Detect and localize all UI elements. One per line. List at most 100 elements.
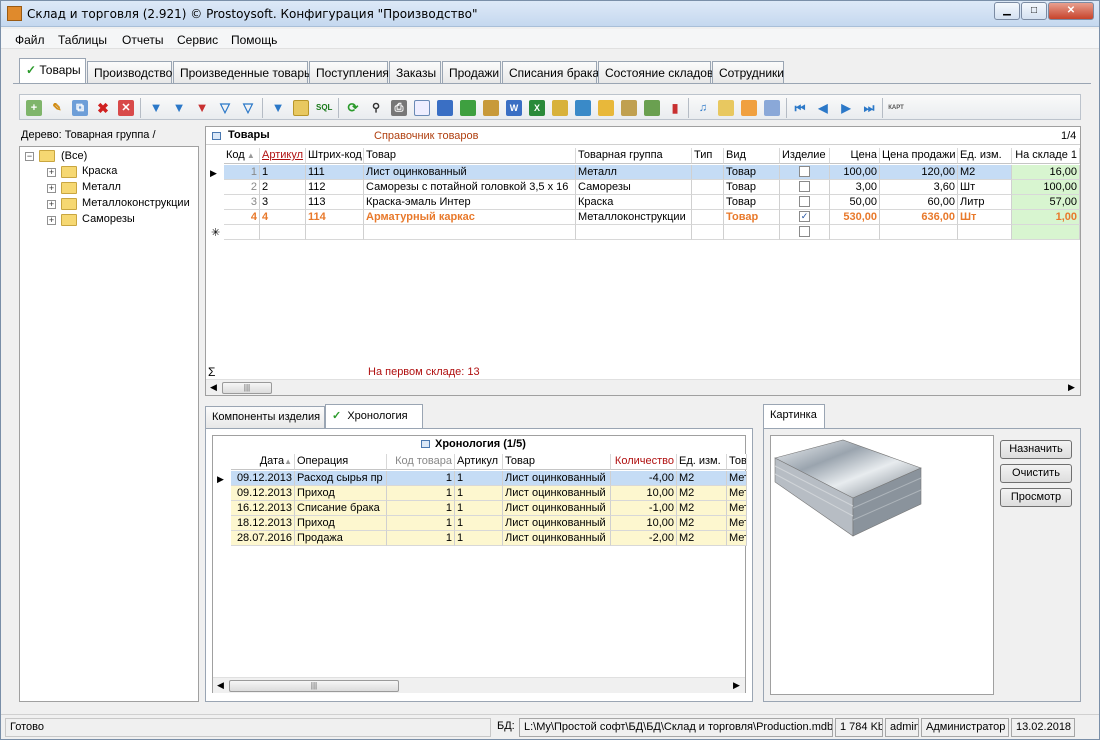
history-cell-date[interactable]: 28.07.2016 bbox=[231, 531, 295, 546]
col-price[interactable]: Цена bbox=[830, 148, 880, 164]
goods-cell-art[interactable]: 2 bbox=[260, 180, 306, 195]
goods-cell-name[interactable]: Саморезы с потайной головкой 3,5 х 16 bbox=[364, 180, 576, 195]
chart-icon[interactable]: ▮ bbox=[667, 100, 683, 116]
tree-node-metalwork[interactable]: Металлоконструкции bbox=[82, 197, 190, 209]
export-excel-icon[interactable] bbox=[460, 100, 476, 116]
collapse-icon[interactable]: − bbox=[25, 152, 34, 161]
history-cell-qty[interactable]: -4,00 bbox=[611, 471, 677, 486]
goods-cell-bar[interactable]: 113 bbox=[306, 195, 364, 210]
history-cell-date[interactable]: 16.12.2013 bbox=[231, 501, 295, 516]
history-cell-unit[interactable]: М2 bbox=[677, 516, 727, 531]
item-checkbox[interactable] bbox=[799, 181, 810, 192]
history-cell-art[interactable]: 1 bbox=[455, 501, 503, 516]
history-cell-name[interactable]: Лист оцинкованный bbox=[503, 501, 611, 516]
new-row-cell[interactable] bbox=[880, 225, 958, 240]
export-html-icon[interactable] bbox=[483, 100, 499, 116]
menu-help[interactable]: Помощь bbox=[231, 33, 277, 47]
tab-history[interactable]: ✓ Хронология bbox=[325, 404, 423, 429]
col-type[interactable]: Тип bbox=[692, 148, 724, 164]
history-cell-qty[interactable]: -1,00 bbox=[611, 501, 677, 516]
last-record-icon[interactable]: ⏭ bbox=[861, 100, 877, 116]
history-cell-art[interactable]: 1 bbox=[455, 516, 503, 531]
goods-cell-type[interactable] bbox=[692, 180, 724, 195]
new-row-cell[interactable] bbox=[958, 225, 1012, 240]
col-item[interactable]: Изделие bbox=[780, 148, 830, 164]
clear-button[interactable]: Очистить bbox=[1000, 464, 1072, 483]
col-h-name[interactable]: Товар bbox=[503, 454, 611, 470]
col-group[interactable]: Товарная группа bbox=[576, 148, 692, 164]
history-cell-name[interactable]: Лист оцинкованный bbox=[503, 531, 611, 546]
new-row-cell[interactable] bbox=[224, 225, 260, 240]
close-button[interactable]: ✕ bbox=[1048, 2, 1094, 20]
goods-cell-price[interactable]: 100,00 bbox=[830, 165, 880, 180]
history-cell-art[interactable]: 1 bbox=[455, 486, 503, 501]
tab-picture[interactable]: Картинка bbox=[763, 404, 825, 429]
new-row-cell[interactable] bbox=[576, 225, 692, 240]
goods-cell-sale[interactable]: 3,60 bbox=[880, 180, 958, 195]
col-goods-code[interactable]: Код товара bbox=[387, 454, 455, 470]
expand-icon[interactable]: + bbox=[47, 200, 56, 209]
scroll-left-icon[interactable]: ◀ bbox=[210, 382, 217, 393]
search-binoculars-icon[interactable]: ⚲ bbox=[368, 100, 384, 116]
history-cell-op[interactable]: Списание брака bbox=[295, 501, 387, 516]
history-cell-unit[interactable]: М2 bbox=[677, 531, 727, 546]
history-cell-date[interactable]: 09.12.2013 bbox=[231, 486, 295, 501]
goods-cell-kind[interactable]: Товар bbox=[724, 180, 780, 195]
goods-cell-art[interactable]: 1 bbox=[260, 165, 306, 180]
tab-goods[interactable]: ✓ Товары bbox=[19, 58, 86, 84]
import-icon[interactable]: ♫ bbox=[695, 100, 711, 116]
sql-icon[interactable]: SQL bbox=[316, 100, 332, 116]
filter-remove-icon[interactable]: ▼ bbox=[194, 100, 210, 116]
tree-node-paint[interactable]: Краска bbox=[82, 165, 117, 177]
goods-cell-code[interactable]: 2 bbox=[224, 180, 260, 195]
history-cell-unit[interactable]: М2 bbox=[677, 486, 727, 501]
card-icon[interactable]: КАРТ bbox=[888, 100, 904, 116]
refresh-icon[interactable]: ⟳ bbox=[345, 100, 361, 116]
col-operation[interactable]: Операция bbox=[295, 454, 387, 470]
goods-cell-stock[interactable]: 1,00 bbox=[1012, 210, 1080, 225]
goods-cell-type[interactable] bbox=[692, 165, 724, 180]
goods-cell-sale[interactable]: 120,00 bbox=[880, 165, 958, 180]
item-checkbox[interactable]: ✓ bbox=[799, 211, 810, 222]
history-cell-op[interactable]: Расход сырья пр bbox=[295, 471, 387, 486]
history-cell-date[interactable]: 09.12.2013 bbox=[231, 471, 295, 486]
export-dbf-icon[interactable] bbox=[644, 100, 660, 116]
goods-cell-code[interactable]: 3 bbox=[224, 195, 260, 210]
print-icon[interactable]: ⎙ bbox=[391, 100, 407, 116]
list-icon[interactable] bbox=[764, 100, 780, 116]
goods-cell-unit[interactable]: Литр bbox=[958, 195, 1012, 210]
view-button[interactable]: Просмотр bbox=[1000, 488, 1072, 507]
tree-node-screws[interactable]: Саморезы bbox=[82, 213, 135, 225]
excel-icon[interactable]: X bbox=[529, 100, 545, 116]
goods-cell-item[interactable]: ✓ bbox=[780, 210, 830, 225]
history-cell-code[interactable]: 1 bbox=[387, 471, 455, 486]
goods-cell-group[interactable]: Саморезы bbox=[576, 180, 692, 195]
history-cell-g[interactable]: Мет bbox=[727, 516, 747, 531]
tab-sales[interactable]: Продажи bbox=[442, 61, 501, 83]
goods-cell-stock[interactable]: 100,00 bbox=[1012, 180, 1080, 195]
filter-icon[interactable]: ▼ bbox=[148, 100, 164, 116]
col-stock[interactable]: На складе 1 bbox=[1012, 148, 1080, 164]
history-cell-g[interactable]: Мет bbox=[727, 531, 747, 546]
tab-components[interactable]: Компоненты изделия bbox=[205, 406, 325, 428]
goods-hscroll[interactable]: ◀ ||| ▶ bbox=[206, 379, 1080, 395]
goods-cell-price[interactable]: 530,00 bbox=[830, 210, 880, 225]
tree-view-icon[interactable] bbox=[293, 100, 309, 116]
col-code[interactable]: Код ▲ bbox=[224, 148, 260, 164]
goods-cell-item[interactable] bbox=[780, 165, 830, 180]
goods-cell-name[interactable]: Арматурный каркас bbox=[364, 210, 576, 225]
prev-record-icon[interactable]: ◀ bbox=[815, 100, 831, 116]
history-hscroll[interactable]: ◀ ||| ▶ bbox=[213, 677, 745, 693]
goods-cell-stock[interactable]: 57,00 bbox=[1012, 195, 1080, 210]
tab-orders[interactable]: Заказы bbox=[389, 61, 441, 83]
goods-cell-art[interactable]: 4 bbox=[260, 210, 306, 225]
goods-cell-group[interactable]: Металлоконструкции bbox=[576, 210, 692, 225]
table-icon[interactable] bbox=[741, 100, 757, 116]
export-txt-icon[interactable] bbox=[598, 100, 614, 116]
menu-reports[interactable]: Отчеты bbox=[122, 33, 163, 47]
delete-all-icon[interactable]: ✕ bbox=[118, 100, 134, 116]
filter-tree-icon[interactable]: ▼ bbox=[270, 100, 286, 116]
goods-cell-code[interactable]: 1 bbox=[224, 165, 260, 180]
export-word-icon[interactable] bbox=[437, 100, 453, 116]
new-row-cell[interactable] bbox=[364, 225, 576, 240]
